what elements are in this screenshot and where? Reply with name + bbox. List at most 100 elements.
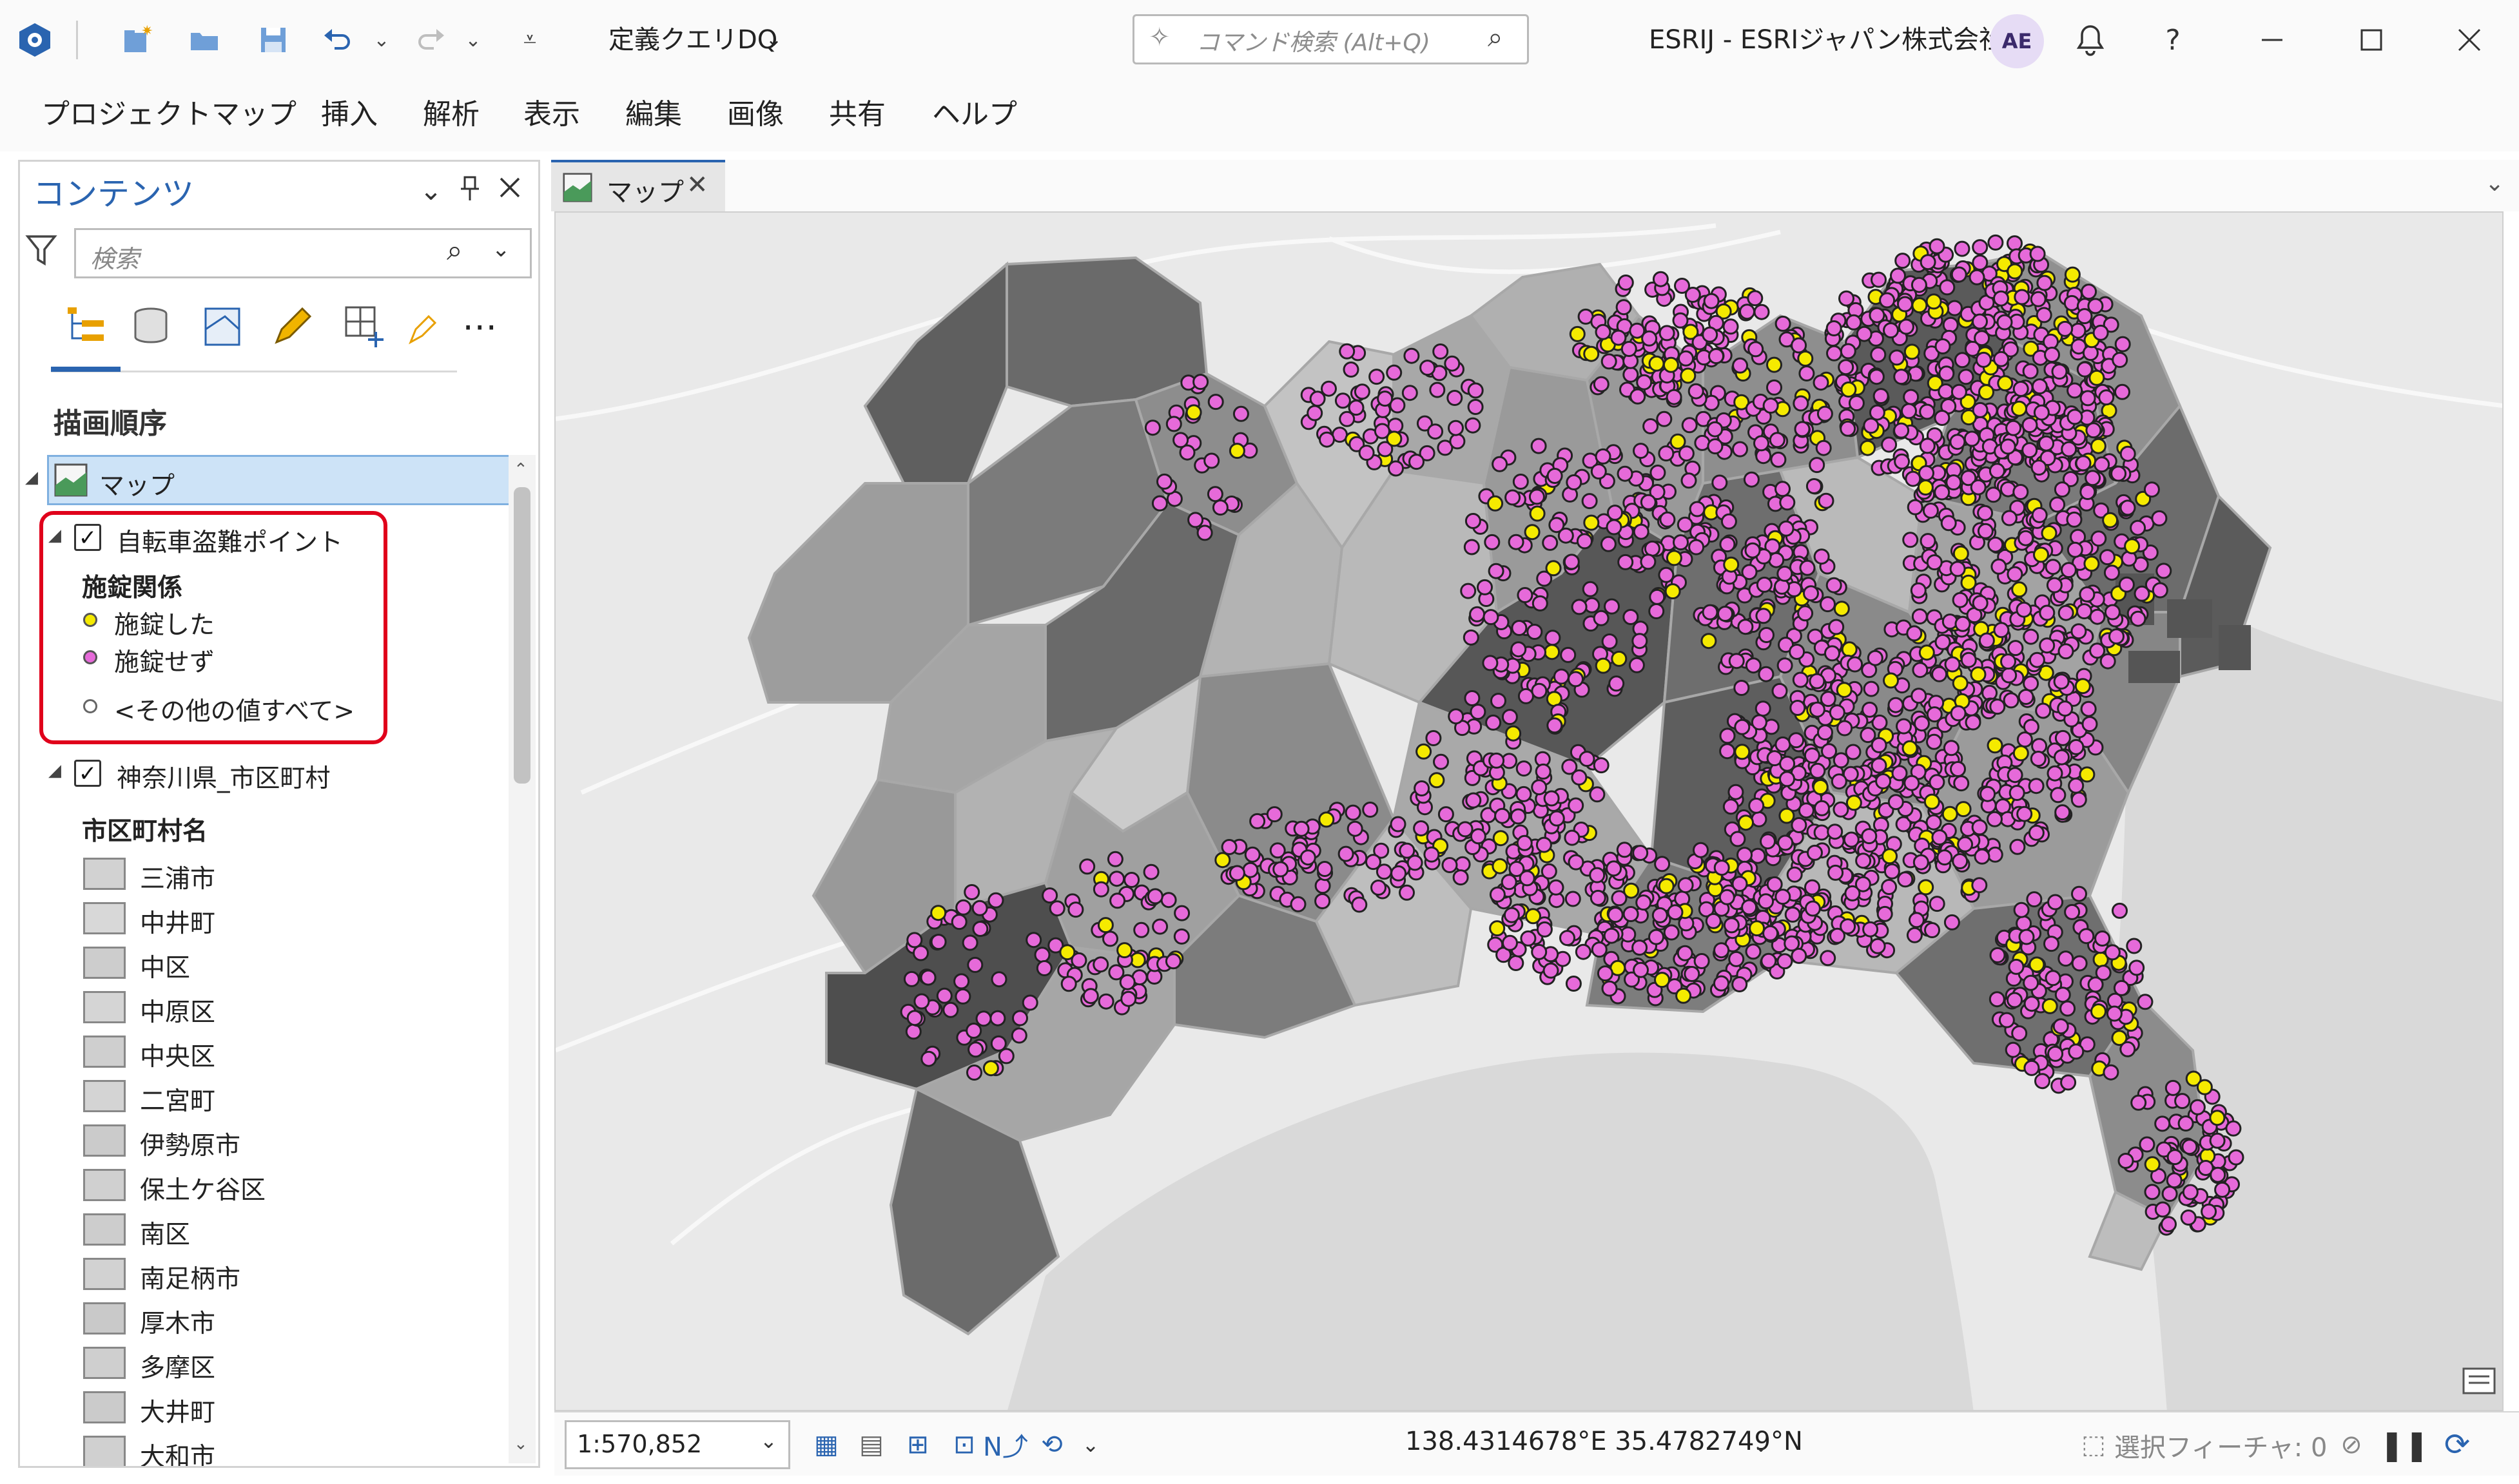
snapping-icon[interactable]: ⊞ <box>897 1424 939 1465</box>
arcgis-pro-logo-icon[interactable] <box>14 19 55 61</box>
theft-point <box>1723 556 1740 573</box>
measure-icon[interactable]: ⊡ <box>944 1424 985 1465</box>
legend-swatch <box>83 947 126 979</box>
theft-point <box>1952 853 1969 869</box>
theft-point <box>1575 943 1591 960</box>
theft-point <box>1415 743 1432 760</box>
project-name[interactable]: 定義クエリDQ <box>608 21 777 59</box>
map-tree-item[interactable]: マップ <box>47 455 514 505</box>
tab-view[interactable]: 表示 <box>523 92 580 137</box>
expand-triangle-icon[interactable]: ◢ <box>48 526 61 545</box>
theft-point <box>1711 474 1728 491</box>
theft-point <box>1060 976 1077 992</box>
map-tips-icon[interactable]: ⊘ <box>2331 1424 2372 1465</box>
tab-share[interactable]: 共有 <box>829 92 886 137</box>
theft-point <box>1820 596 1836 613</box>
theft-point <box>2103 564 2120 581</box>
theft-point <box>1525 908 1541 925</box>
list-by-snapping-icon[interactable] <box>336 297 394 355</box>
tab-project[interactable]: プロジェクト <box>41 92 211 137</box>
refresh-icon[interactable]: ⟳ <box>2436 1424 2478 1465</box>
filter-icon[interactable] <box>25 233 57 275</box>
command-search-input[interactable]: ✧ コマンド検索 (Alt+Q) ⌕ <box>1133 14 1529 64</box>
undo-dropdown-icon[interactable]: ⌄ <box>361 19 402 61</box>
map-view[interactable] <box>554 211 2504 1411</box>
theft-point <box>1544 630 1561 646</box>
more-options-icon[interactable]: ⋯ <box>451 297 509 355</box>
list-by-editing-icon[interactable] <box>264 297 322 355</box>
pause-drawing-icon[interactable]: ❚❚ <box>2379 1424 2429 1465</box>
contents-scrollbar[interactable]: ⌃ ⌄ <box>509 455 536 1463</box>
theft-point <box>1601 980 1618 997</box>
tab-map[interactable]: マップ <box>211 92 297 137</box>
grid-icon[interactable]: ▤ <box>851 1424 892 1465</box>
list-by-drawing-order-icon[interactable] <box>56 297 114 355</box>
theft-point <box>1203 452 1220 469</box>
pin-icon[interactable] <box>458 175 481 209</box>
layer-name[interactable]: 自転車盗難ポイント <box>117 523 343 559</box>
theft-point <box>1428 772 1445 789</box>
theft-point <box>1941 613 1958 630</box>
list-by-labeling-icon[interactable] <box>404 297 436 355</box>
expand-triangle-icon[interactable]: ◢ <box>25 468 38 487</box>
chevron-down-icon[interactable]: ⌄ <box>1070 1424 1111 1465</box>
scroll-down-icon[interactable]: ⌄ <box>514 1434 528 1454</box>
theft-point <box>1520 930 1537 947</box>
account-name[interactable]: ESRIJ - ESRIジャパン株式会社 <box>1649 21 2005 59</box>
theft-point <box>1840 381 1857 398</box>
customize-toolbar-icon[interactable]: ⩡ <box>509 19 550 61</box>
theft-point <box>1762 925 1779 941</box>
close-icon[interactable] <box>2434 13 2505 67</box>
list-by-source-icon[interactable] <box>122 297 180 355</box>
chevron-down-icon[interactable]: ⌄ <box>760 1429 777 1453</box>
theft-point <box>1147 888 1163 905</box>
layer-name[interactable]: 神奈川県_市区町村 <box>117 758 331 795</box>
open-project-icon[interactable] <box>184 19 225 61</box>
tab-map-view[interactable]: マップ ✕ <box>551 160 725 211</box>
notification-bell-icon[interactable] <box>2055 13 2126 67</box>
contents-search-input[interactable]: 検索 ⌕ ⌄ <box>74 228 532 278</box>
new-project-icon[interactable]: ✷ <box>116 19 157 61</box>
save-project-icon[interactable] <box>253 19 294 61</box>
minimize-icon[interactable] <box>2237 13 2308 67</box>
maximize-icon[interactable] <box>2336 13 2407 67</box>
undo-icon[interactable] <box>317 19 358 61</box>
theft-point <box>1926 706 1943 723</box>
theft-point <box>2066 511 2083 528</box>
scrollbar-thumb[interactable] <box>514 487 530 784</box>
project-dropdown-icon[interactable]: ⌄ <box>766 21 782 59</box>
coordinate-format-dropdown-icon[interactable]: ⌄ <box>1740 1424 1782 1465</box>
tab-help[interactable]: ヘルプ <box>932 92 1017 137</box>
theft-point <box>1293 820 1310 837</box>
navigation-icon[interactable]: ⟲ <box>1031 1424 1073 1465</box>
theft-point <box>1894 253 1911 269</box>
expand-triangle-icon[interactable]: ◢ <box>48 761 61 780</box>
theft-point <box>1583 345 1600 362</box>
theft-point <box>1731 976 1748 992</box>
tab-edit[interactable]: 編集 <box>625 92 682 137</box>
scroll-up-icon[interactable]: ⌃ <box>514 460 528 479</box>
tab-insert[interactable]: 挿入 <box>321 92 378 137</box>
help-button[interactable]: ? <box>2137 13 2208 67</box>
map-canvas[interactable] <box>556 213 2504 1411</box>
tab-imagery[interactable]: 画像 <box>727 92 784 137</box>
theft-point <box>1827 864 1844 881</box>
redo-icon[interactable] <box>410 19 451 61</box>
close-pane-icon[interactable] <box>497 175 523 207</box>
layer-visibility-checkbox[interactable]: ✓ <box>74 760 101 787</box>
list-by-selection-icon[interactable] <box>194 297 252 355</box>
scale-selector[interactable]: 1:570,852 ⌄ <box>565 1420 790 1469</box>
avatar[interactable]: AE <box>1990 14 2044 68</box>
close-tab-icon[interactable]: ✕ <box>686 170 708 200</box>
north-arrow-icon[interactable]: N⤴ <box>983 1424 1028 1465</box>
tab-analysis[interactable]: 解析 <box>423 92 480 137</box>
theft-point <box>1952 592 1969 608</box>
fixed-zoom-icon[interactable]: ▦ <box>806 1424 847 1465</box>
selection-icon[interactable]: ⬚ <box>2073 1424 2114 1465</box>
layer-visibility-checkbox[interactable]: ✓ <box>74 524 101 551</box>
tab-list-dropdown-icon[interactable]: ⌄ <box>2485 170 2504 197</box>
legend-toggle-icon[interactable] <box>2461 1364 2497 1400</box>
pane-options-icon[interactable]: ⌄ <box>420 175 442 206</box>
chevron-down-icon[interactable]: ⌄ <box>492 236 511 262</box>
redo-dropdown-icon[interactable]: ⌄ <box>452 19 494 61</box>
